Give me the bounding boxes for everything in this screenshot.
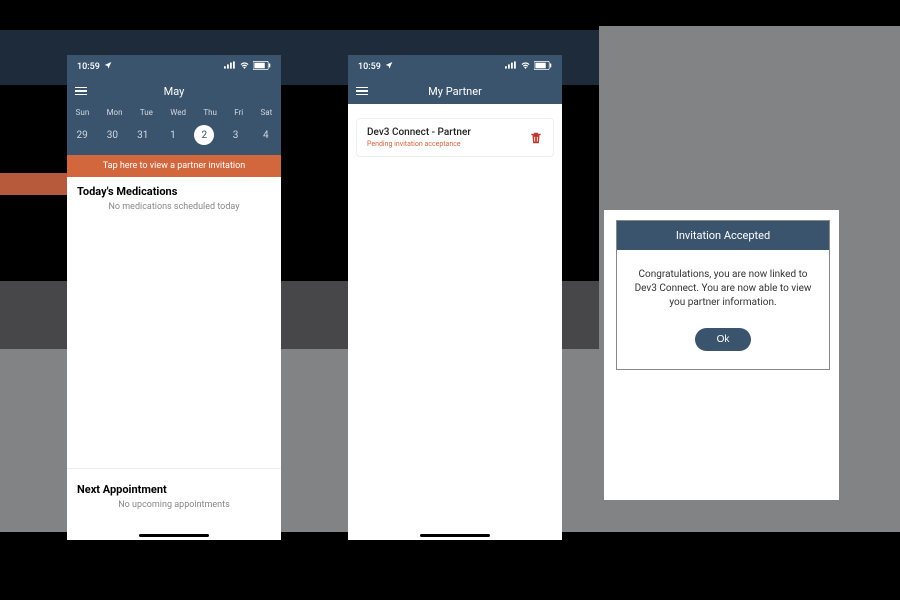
phone-home: 10:59 May Sun Mon Tue Wed Thu Fri <box>67 55 281 540</box>
dialog-body: Congratulations, you are now linked to D… <box>617 250 829 322</box>
calendar-day[interactable]: 30 <box>103 126 121 144</box>
days-row: 29 30 31 1 2 3 4 <box>67 119 281 155</box>
medications-title: Today's Medications <box>67 177 281 200</box>
weekday: Sun <box>76 108 90 117</box>
month-title: May <box>67 85 281 98</box>
weekday: Wed <box>170 108 186 117</box>
calendar-day[interactable]: 31 <box>134 126 152 144</box>
invitation-banner[interactable]: Tap here to view a partner invitation <box>67 155 281 177</box>
wifi-icon <box>520 61 531 72</box>
calendar-day[interactable]: 29 <box>73 126 91 144</box>
home-indicator[interactable] <box>420 534 490 537</box>
trash-icon[interactable] <box>529 130 543 146</box>
menu-icon[interactable] <box>75 87 87 96</box>
invitation-accepted-dialog: Invitation Accepted Congratulations, you… <box>616 220 830 370</box>
partner-status: Pending invitation acceptance <box>367 140 471 148</box>
weekday: Fri <box>234 108 243 117</box>
location-icon <box>104 61 112 72</box>
calendar-day-selected[interactable]: 2 <box>194 125 214 145</box>
wifi-icon <box>239 61 250 72</box>
weekday-row: Sun Mon Tue Wed Thu Fri Sat <box>67 104 281 119</box>
page-title: My Partner <box>348 85 562 98</box>
status-bar: 10:59 <box>67 55 281 78</box>
dialog-title: Invitation Accepted <box>617 221 829 250</box>
signal-icon <box>505 61 517 72</box>
status-bar: 10:59 <box>348 55 562 78</box>
signal-icon <box>224 61 236 72</box>
appointment-empty: No upcoming appointments <box>77 498 271 516</box>
partner-name: Dev3 Connect - Partner <box>367 127 471 138</box>
battery-icon <box>534 61 552 73</box>
appointment-title: Next Appointment <box>77 475 271 498</box>
home-indicator[interactable] <box>139 534 209 537</box>
calendar-day[interactable]: 4 <box>257 126 275 144</box>
nav-header: My Partner <box>348 78 562 104</box>
weekday: Mon <box>107 108 123 117</box>
location-icon <box>385 61 393 72</box>
partner-card[interactable]: Dev3 Connect - Partner Pending invitatio… <box>356 118 554 157</box>
medications-empty: No medications scheduled today <box>67 200 281 218</box>
calendar-day[interactable]: 1 <box>164 126 182 144</box>
battery-icon <box>253 61 271 73</box>
calendar-day[interactable]: 3 <box>227 126 245 144</box>
phone-partner: 10:59 My Partner Dev3 Connect - Partner … <box>348 55 562 540</box>
status-time: 10:59 <box>358 62 381 72</box>
status-time: 10:59 <box>77 62 100 72</box>
ok-button[interactable]: Ok <box>695 328 752 351</box>
weekday: Tue <box>140 108 153 117</box>
weekday: Sat <box>261 108 273 117</box>
weekday: Thu <box>203 108 217 117</box>
menu-icon[interactable] <box>356 87 368 96</box>
nav-header: May <box>67 78 281 104</box>
